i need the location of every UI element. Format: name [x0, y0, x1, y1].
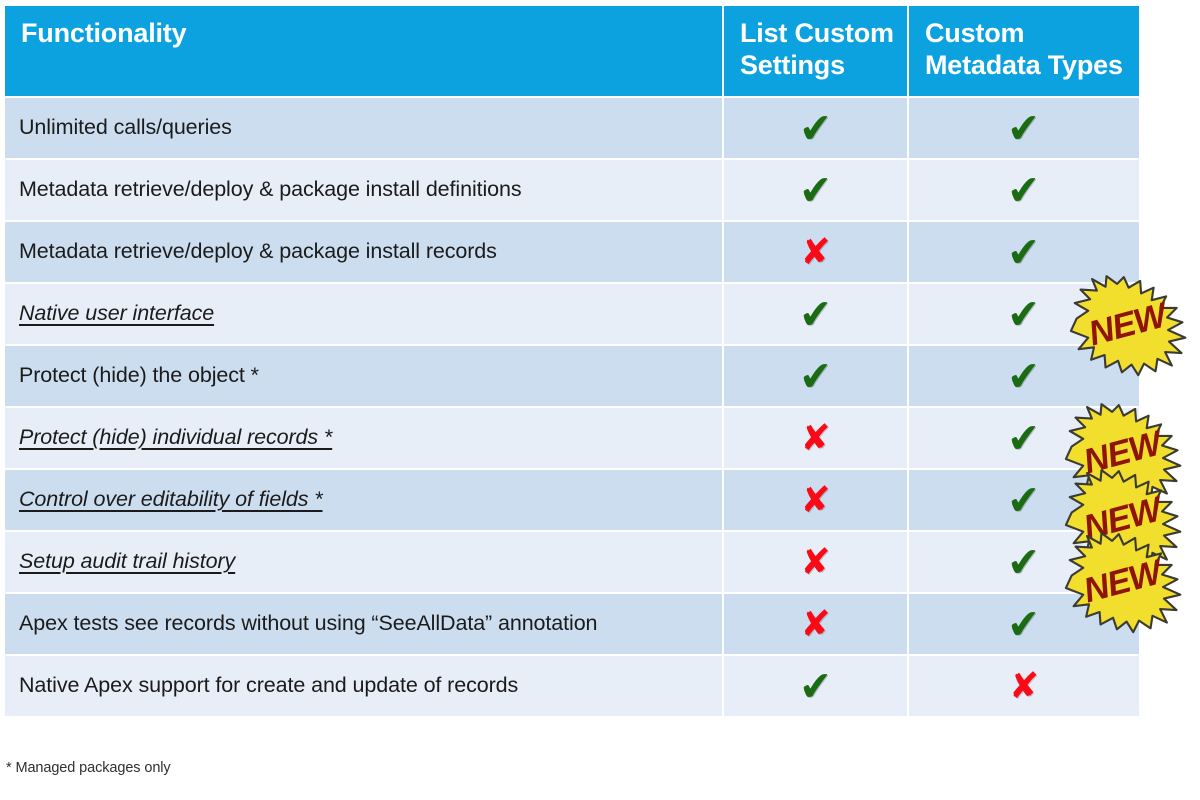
header-row: Functionality List Custom Settings Custo…	[5, 6, 1139, 96]
table-row: Control over editability of fields * ✘ ✔	[5, 469, 1139, 530]
row-label: Native user interface	[19, 300, 215, 325]
row-label-cell: Metadata retrieve/deploy & package insta…	[5, 221, 722, 282]
cell-list-custom-settings: ✔	[724, 159, 907, 220]
cell-custom-metadata-types: ✔	[909, 159, 1139, 220]
cross-icon: ✘	[800, 417, 831, 459]
check-icon: ✔	[1005, 228, 1043, 277]
row-label: Control over editability of fields *	[19, 486, 323, 511]
check-icon: ✔	[1005, 166, 1043, 215]
feature-comparison-table: Functionality List Custom Settings Custo…	[3, 4, 1141, 718]
table-row: Protect (hide) individual records * ✘ ✔	[5, 407, 1139, 468]
row-label: Unlimited calls/queries	[19, 114, 232, 139]
table-row: Protect (hide) the object * ✔ ✔	[5, 345, 1139, 406]
row-label-cell: Native Apex support for create and updat…	[5, 655, 722, 716]
cell-list-custom-settings: ✘	[724, 407, 907, 468]
cell-custom-metadata-types: ✔	[909, 221, 1139, 282]
new-badge-native-user-interface: NEW	[1069, 275, 1194, 384]
cross-icon: ✘	[800, 541, 831, 583]
table-row: Metadata retrieve/deploy & package insta…	[5, 221, 1139, 282]
cell-list-custom-settings: ✔	[724, 345, 907, 406]
row-label: Native Apex support for create and updat…	[19, 672, 519, 697]
table-header: Functionality List Custom Settings Custo…	[5, 6, 1139, 96]
footnote-managed-packages: * Managed packages only	[6, 760, 171, 776]
row-label: Protect (hide) the object *	[19, 362, 259, 387]
row-label: Metadata retrieve/deploy & package insta…	[19, 176, 522, 201]
comparison-table-page: Functionality List Custom Settings Custo…	[0, 0, 1200, 800]
check-icon: ✔	[1005, 104, 1043, 153]
check-icon: ✔	[1005, 290, 1043, 339]
cell-list-custom-settings: ✘	[724, 221, 907, 282]
row-label-cell: Unlimited calls/queries	[5, 97, 722, 158]
row-label: Setup audit trail history	[19, 548, 236, 573]
row-label: Apex tests see records without using “Se…	[19, 610, 598, 635]
cell-list-custom-settings: ✔	[724, 97, 907, 158]
cell-custom-metadata-types: ✔	[909, 97, 1139, 158]
column-header-list-custom-settings: List Custom Settings	[724, 6, 907, 96]
table-row: Apex tests see records without using “Se…	[5, 593, 1139, 654]
table-row: Native user interface ✔ ✔	[5, 283, 1139, 344]
table-row: Unlimited calls/queries ✔ ✔	[5, 97, 1139, 158]
table-row: Metadata retrieve/deploy & package insta…	[5, 159, 1139, 220]
check-icon: ✔	[1005, 538, 1043, 587]
table-row: Native Apex support for create and updat…	[5, 655, 1139, 716]
cell-custom-metadata-types: ✘	[909, 655, 1139, 716]
check-icon: ✔	[1005, 414, 1043, 463]
cell-list-custom-settings: ✘	[724, 469, 907, 530]
cell-list-custom-settings: ✘	[724, 593, 907, 654]
cross-icon: ✘	[800, 479, 831, 521]
check-icon: ✔	[797, 352, 834, 401]
column-header-custom-metadata-types: Custom Metadata Types	[909, 6, 1139, 96]
check-icon: ✔	[797, 166, 834, 215]
new-badge-setup-audit-trail-history: NEW	[1064, 532, 1189, 641]
table-row: Setup audit trail history ✘ ✔	[5, 531, 1139, 592]
row-label-cell: Apex tests see records without using “Se…	[5, 593, 722, 654]
row-label-cell: Protect (hide) the object *	[5, 345, 722, 406]
check-icon: ✔	[797, 290, 834, 339]
check-icon: ✔	[797, 662, 834, 711]
row-label-cell: Native user interface	[5, 283, 722, 344]
cross-icon: ✘	[1008, 665, 1040, 707]
table-body: Unlimited calls/queries ✔ ✔ Metadata ret…	[5, 97, 1139, 716]
check-icon: ✔	[1005, 352, 1043, 401]
row-label-cell: Control over editability of fields *	[5, 469, 722, 530]
row-label-cell: Protect (hide) individual records *	[5, 407, 722, 468]
cell-list-custom-settings: ✔	[724, 655, 907, 716]
cell-list-custom-settings: ✘	[724, 531, 907, 592]
cell-list-custom-settings: ✔	[724, 283, 907, 344]
row-label-cell: Setup audit trail history	[5, 531, 722, 592]
check-icon: ✔	[1005, 476, 1043, 525]
check-icon: ✔	[1005, 600, 1043, 649]
row-label: Protect (hide) individual records *	[19, 424, 333, 449]
check-icon: ✔	[797, 104, 834, 153]
cross-icon: ✘	[800, 231, 831, 273]
column-header-functionality: Functionality	[5, 6, 722, 96]
row-label: Metadata retrieve/deploy & package insta…	[19, 238, 497, 263]
cross-icon: ✘	[800, 603, 831, 645]
row-label-cell: Metadata retrieve/deploy & package insta…	[5, 159, 722, 220]
